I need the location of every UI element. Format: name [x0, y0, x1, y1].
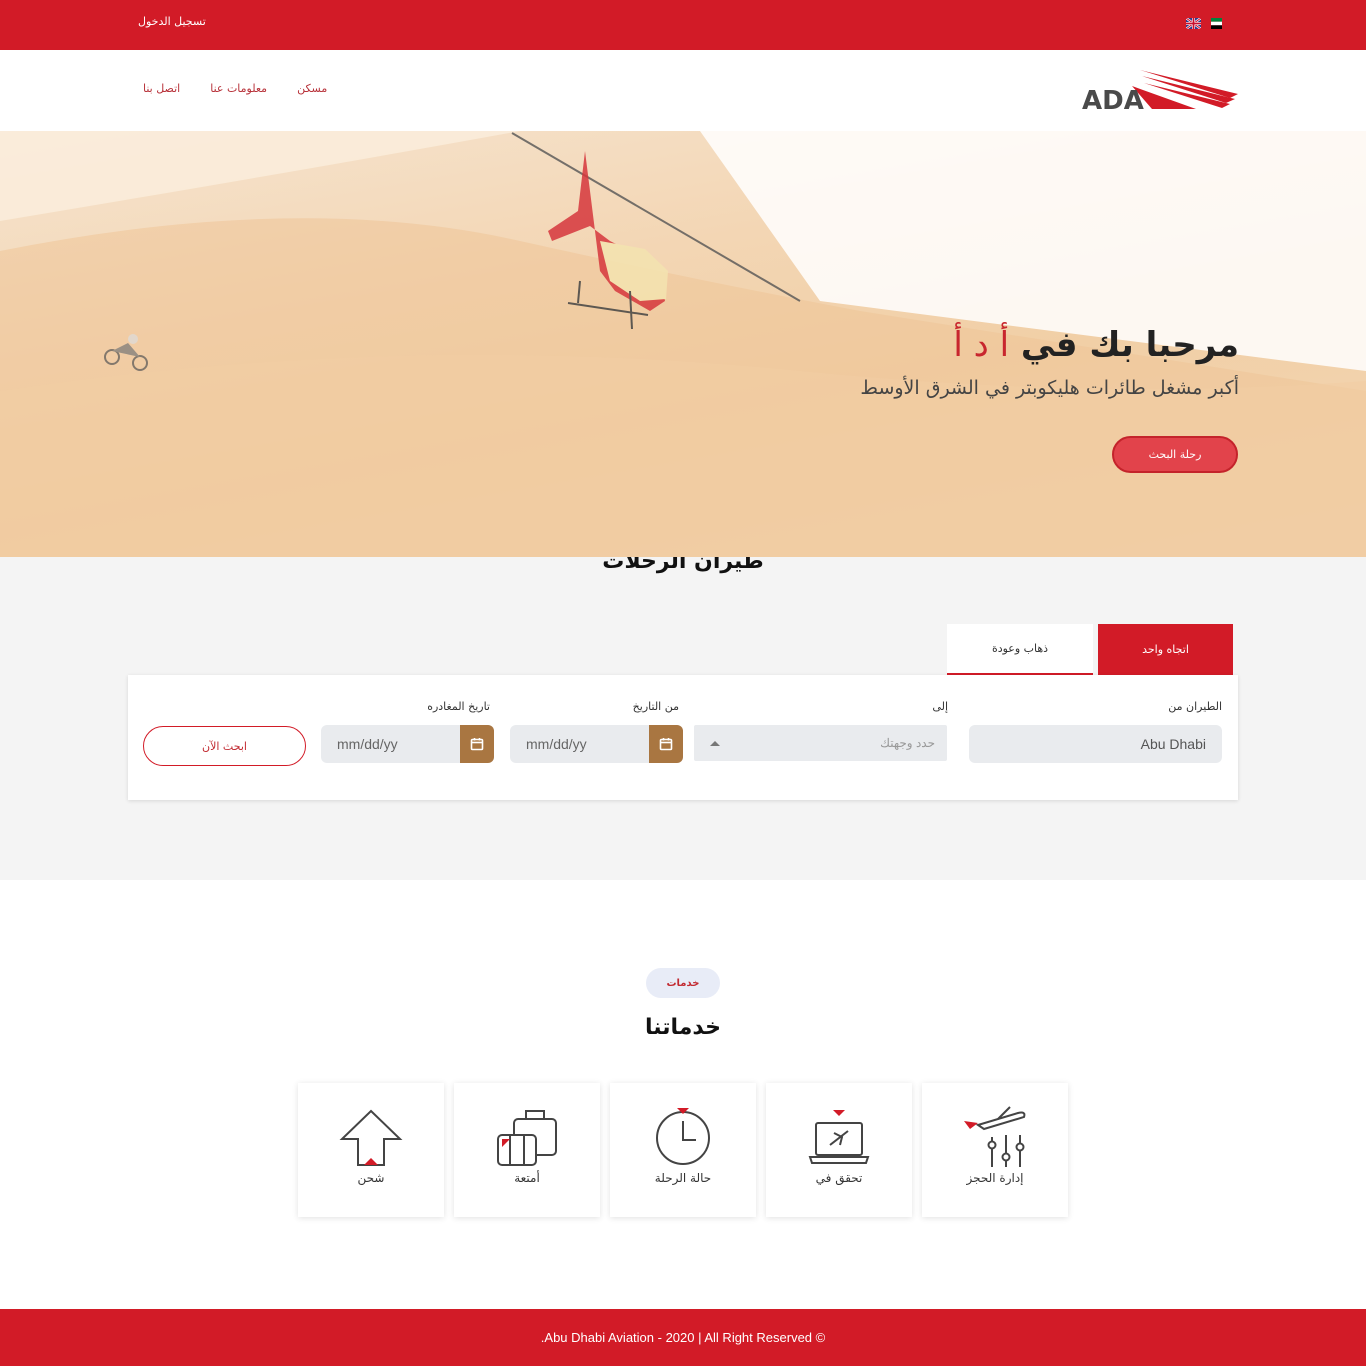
booking-title: طيران الرحلات [0, 557, 1366, 583]
laptop-plane-icon [808, 1110, 870, 1164]
nav-about[interactable]: معلومات عنا [210, 82, 267, 95]
hero-subtitle: أكبر مشغل طائرات هليكوبتر في الشرق الأوس… [860, 377, 1239, 399]
date-depart-label: تاريخ المغادره [427, 700, 490, 713]
service-card-label: تحقق في [815, 1171, 863, 1185]
to-select[interactable]: حدد وجهتك [694, 725, 947, 761]
plane-sliders-icon [964, 1106, 1026, 1167]
date-depart-input[interactable]: mm/dd/yy [321, 725, 494, 763]
tab-round-trip[interactable]: ذهاب وعودة [947, 624, 1093, 675]
hero-title: مرحبا بك في أ د أ [953, 325, 1239, 365]
nav-home[interactable]: مسكن [297, 82, 327, 95]
date-from-input[interactable]: mm/dd/yy [510, 725, 683, 763]
booking-section: طيران الرحلات اتجاه واحد ذهاب وعودة الطي… [0, 557, 1366, 880]
site-header: اتصل بنا معلومات عنا مسكن ADA [0, 50, 1366, 131]
services-badge: خدمات [646, 968, 720, 998]
hero-banner: مرحبا بك في أ د أ أكبر مشغل طائرات هليكو… [0, 131, 1366, 557]
top-bar: تسجيل الدخول [0, 0, 1366, 50]
from-label: الطيران من [1168, 700, 1222, 713]
main-nav: اتصل بنا معلومات عنا مسكن [143, 82, 327, 95]
service-card-check-in[interactable]: تحقق في [766, 1083, 912, 1217]
calendar-icon[interactable] [649, 725, 683, 763]
from-input[interactable]: Abu Dhabi [969, 725, 1222, 763]
service-card-manage-booking[interactable]: إدارة الحجز [922, 1083, 1068, 1217]
site-footer: .Abu Dhabi Aviation - 2020 | All Right R… [0, 1309, 1366, 1366]
tab-one-way-label: اتجاه واحد [1142, 643, 1189, 656]
to-label: إلى [932, 700, 948, 713]
search-now-button[interactable]: ابحث الآن [143, 726, 306, 766]
footer-copyright: .Abu Dhabi Aviation - 2020 | All Right R… [540, 1330, 826, 1345]
services-title: خدماتنا [645, 1015, 721, 1040]
logo-text: ADA [1082, 86, 1144, 114]
cargo-arrow-icon [339, 1109, 403, 1166]
services-cards: شحن أمتعة حالة الرحلة تحقق في إدارة الحج… [298, 1083, 1068, 1217]
service-card-label: حالة الرحلة [654, 1171, 712, 1185]
booking-title-text: طيران الرحلات [602, 557, 764, 574]
calendar-icon[interactable] [460, 725, 494, 763]
service-card-luggage[interactable]: أمتعة [454, 1083, 600, 1217]
service-card-cargo[interactable]: شحن [298, 1083, 444, 1217]
tab-one-way[interactable]: اتجاه واحد [1098, 624, 1233, 681]
ada-logo[interactable]: ADA [1080, 68, 1240, 114]
service-card-label: شحن [357, 1171, 385, 1185]
hero-title-accent: أ د أ [953, 325, 1010, 365]
dropdown-arrow-icon [710, 740, 720, 746]
date-from-label: من التاريخ [632, 700, 679, 713]
hero-search-button[interactable]: رحلة البحث [1112, 436, 1238, 473]
uae-flag-icon[interactable] [1207, 18, 1222, 29]
booking-form: الطيران من Abu Dhabi إلى حدد وجهتك من ال… [128, 675, 1238, 800]
language-flags [1186, 18, 1222, 29]
hero-title-main: مرحبا بك في [1009, 325, 1239, 365]
uk-flag-icon[interactable] [1186, 18, 1201, 29]
from-value: Abu Dhabi [1140, 736, 1206, 752]
clock-icon [656, 1108, 710, 1165]
date-from-placeholder: mm/dd/yy [526, 736, 587, 752]
to-placeholder: حدد وجهتك [880, 736, 935, 750]
luggage-icon [497, 1110, 557, 1166]
service-card-label: أمتعة [514, 1171, 540, 1185]
login-link[interactable]: تسجيل الدخول [138, 15, 206, 28]
service-card-label: إدارة الحجز [966, 1171, 1024, 1185]
date-depart-placeholder: mm/dd/yy [337, 736, 398, 752]
tab-round-trip-label: ذهاب وعودة [991, 642, 1049, 655]
service-card-flight-status[interactable]: حالة الرحلة [610, 1083, 756, 1217]
nav-contact[interactable]: اتصل بنا [143, 82, 180, 95]
